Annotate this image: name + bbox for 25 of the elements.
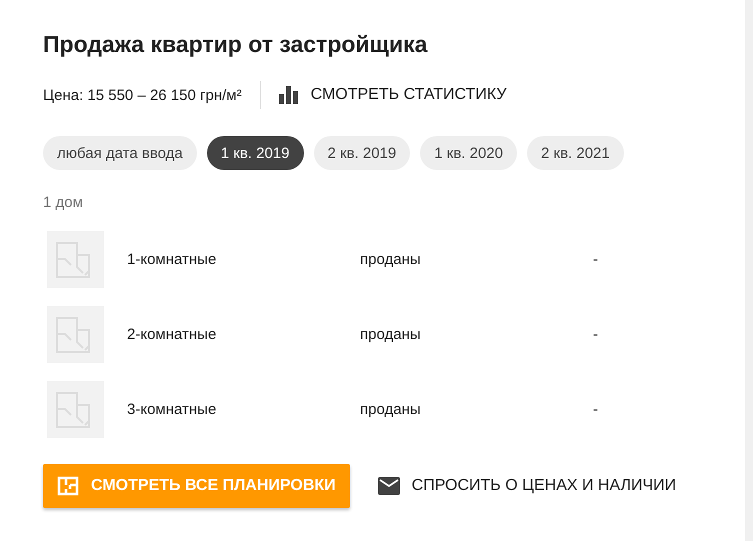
date-filter-chip[interactable]: 2 кв. 2019: [314, 136, 410, 170]
bar-chart-icon: [278, 86, 299, 104]
floor-plan-icon: [47, 306, 104, 363]
sale-status: проданы: [360, 401, 422, 418]
envelope-icon: [378, 477, 400, 495]
statistics-link[interactable]: СМОТРЕТЬ СТАТИСТИКУ: [278, 86, 506, 104]
room-type: 1-комнатные: [127, 251, 218, 268]
apartment-price: -: [593, 326, 599, 343]
apartment-price: -: [593, 251, 599, 268]
ask-prices-button[interactable]: СПРОСИТЬ О ЦЕНАХ И НАЛИЧИИ: [378, 477, 676, 495]
floor-plan-icon: [47, 381, 104, 438]
date-filter-chip[interactable]: 1 кв. 2019: [206, 136, 304, 170]
date-filter-chip[interactable]: любая дата ввода: [43, 136, 197, 170]
price-range: Цена: 15 550 – 26 150 грн/м²: [43, 86, 242, 104]
floor-plan-icon: [47, 231, 104, 288]
date-filter-chip[interactable]: 1 кв. 2020: [420, 136, 517, 170]
room-type: 3-комнатные: [127, 401, 218, 418]
floor-plan-icon: [57, 476, 79, 496]
sale-status: проданы: [360, 326, 422, 343]
sale-status: проданы: [360, 251, 422, 268]
house-count: 1 дом: [43, 194, 84, 211]
apartment-price: -: [593, 401, 599, 418]
room-type: 2-комнатные: [127, 326, 218, 343]
section-title: Продажа квартир от застройщика: [43, 30, 428, 58]
date-filter-chip[interactable]: 2 кв. 2021: [527, 136, 624, 170]
